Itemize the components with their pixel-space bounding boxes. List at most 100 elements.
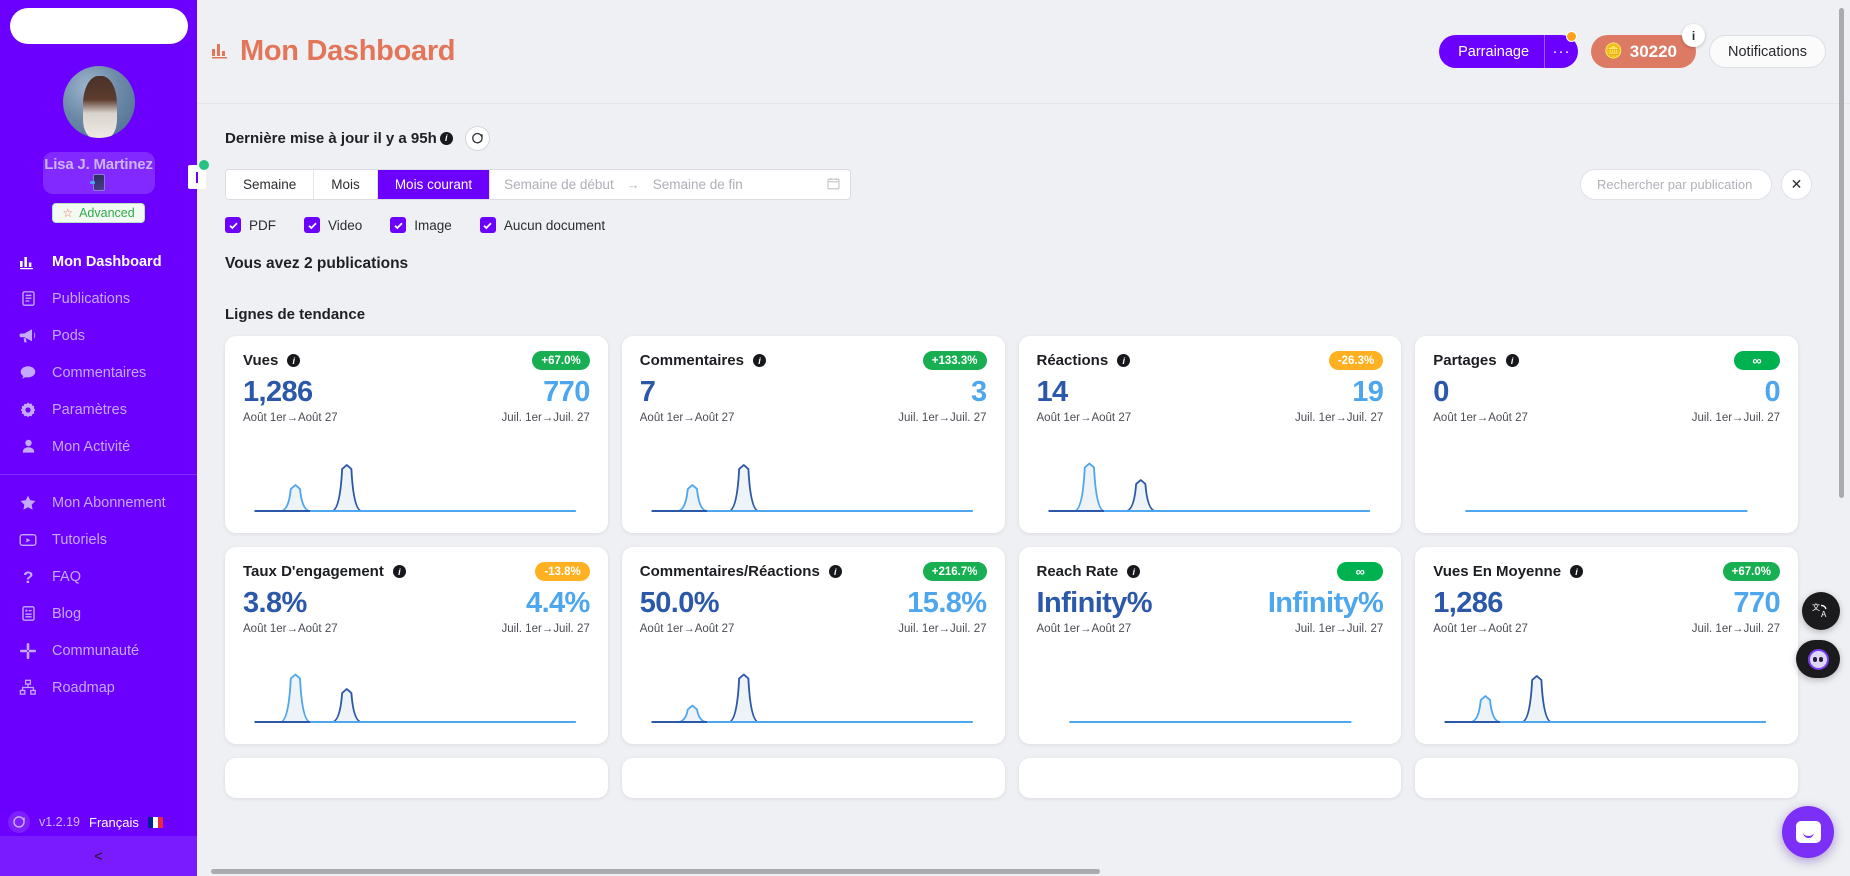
current-value: 3.8% bbox=[243, 587, 307, 619]
tab-mois[interactable]: Mois bbox=[314, 170, 378, 199]
avatar[interactable] bbox=[62, 66, 135, 138]
info-icon[interactable]: i bbox=[392, 565, 406, 578]
vertical-scrollbar[interactable] bbox=[1839, 8, 1844, 866]
search-input[interactable] bbox=[1580, 169, 1772, 200]
checkbox-label: Aucun document bbox=[503, 217, 606, 233]
clear-search-button[interactable]: ✕ bbox=[1781, 169, 1812, 200]
coins-button[interactable]: 🪙 30220 i bbox=[1591, 24, 1706, 68]
page-title: Mon Dashboard bbox=[211, 35, 456, 68]
checkbox-image[interactable]: Image bbox=[390, 217, 452, 233]
info-icon[interactable]: i bbox=[1682, 24, 1706, 47]
info-icon[interactable]: i bbox=[1127, 565, 1141, 578]
sidebar-item-mon-activite[interactable]: Mon Activité bbox=[0, 428, 197, 465]
main-area: Mon Dashboard Parrainage ··· 🪙 30220 i N… bbox=[197, 0, 1850, 876]
checkbox-aucun-document[interactable]: Aucun document bbox=[479, 217, 606, 233]
card-ranges: Août 1er→Août 27 Juil. 1er→Juil. 27 bbox=[243, 412, 590, 424]
checkbox-video[interactable]: Video bbox=[304, 217, 362, 233]
sparkline-chart bbox=[1465, 510, 1748, 512]
content-scroll-area[interactable]: Dernière mise à jour il y a 95h i Semaine… bbox=[197, 104, 1850, 876]
calendar-icon[interactable] bbox=[827, 177, 840, 193]
current-value: 14 bbox=[1036, 376, 1069, 408]
card-title: Taux D'engagement i bbox=[243, 563, 406, 580]
current-range-label: Août 1er→Août 27 bbox=[1433, 623, 1528, 635]
info-icon[interactable]: i bbox=[287, 354, 301, 367]
check-icon bbox=[304, 217, 320, 233]
date-end-placeholder: Semaine de fin bbox=[652, 177, 743, 192]
sidebar-item-commentaires[interactable]: Commentaires bbox=[0, 354, 197, 391]
metric-card[interactable]: Commentaires/Réactions i +216.7% 50.0% 1… bbox=[621, 547, 1005, 744]
info-icon[interactable]: i bbox=[828, 565, 842, 578]
info-icon[interactable]: i bbox=[1505, 354, 1519, 367]
card-title-text: Réactions bbox=[1036, 352, 1109, 369]
referral-button[interactable]: Parrainage bbox=[1439, 35, 1545, 68]
card-ranges: Août 1er→Août 27 Juil. 1er→Juil. 27 bbox=[1433, 623, 1780, 635]
card-values: 7 3 bbox=[640, 376, 987, 409]
sparkline-chart bbox=[254, 673, 576, 723]
metric-card[interactable]: Partages i ∞ 0 0 Août 1er→Août 27 Juil. … bbox=[1415, 336, 1798, 533]
sparkline-chart bbox=[651, 673, 973, 723]
refresh-icon[interactable] bbox=[8, 811, 30, 833]
sidebar-item-parametres[interactable]: Paramètres bbox=[0, 391, 197, 428]
info-icon[interactable]: i bbox=[752, 354, 766, 367]
sidebar-item-communaute[interactable]: Communauté bbox=[0, 632, 197, 669]
metric-card[interactable]: Taux D'engagement i -13.8% 3.8% 4.4% Aoû… bbox=[225, 547, 608, 744]
delta-badge: +133.3% bbox=[922, 351, 987, 370]
sidebar-item-label: FAQ bbox=[52, 568, 82, 585]
sidebar-collapse-button[interactable]: < bbox=[0, 836, 197, 876]
metric-card[interactable]: Vues i +67.0% 1,286 770 Août 1er→Août 27… bbox=[225, 336, 608, 533]
sidebar-item-pods[interactable]: Pods bbox=[0, 317, 197, 354]
notifications-button[interactable]: Notifications bbox=[1709, 35, 1826, 68]
app-version: v1.2.19 bbox=[39, 815, 81, 829]
metric-card[interactable]: Vues En Moyenne i +67.0% 1,286 770 Août … bbox=[1415, 547, 1798, 744]
date-range-picker[interactable]: Semaine de début → Semaine de fin bbox=[490, 170, 850, 199]
svg-text:文: 文 bbox=[1812, 602, 1820, 612]
language-label[interactable]: Français bbox=[89, 815, 139, 830]
delta-badge: ∞ bbox=[1337, 562, 1384, 581]
bot-face-icon[interactable] bbox=[1796, 640, 1840, 678]
sidebar-item-blog[interactable]: Blog bbox=[0, 595, 197, 632]
card-ranges: Août 1er→Août 27 Juil. 1er→Juil. 27 bbox=[1037, 412, 1384, 424]
chat-bubble-icon[interactable] bbox=[1782, 806, 1834, 858]
check-icon bbox=[225, 217, 241, 233]
tab-mois-courant[interactable]: Mois courant bbox=[377, 170, 491, 199]
sidebar-item-publications[interactable]: Publications bbox=[0, 280, 197, 317]
tab-semaine[interactable]: Semaine bbox=[226, 170, 315, 199]
previous-value: 19 bbox=[1352, 376, 1384, 408]
sidebar-item-mon-dashboard[interactable]: Mon Dashboard bbox=[0, 243, 197, 280]
card-title-text: Taux D'engagement bbox=[243, 563, 384, 580]
plan-badge[interactable]: ☆ Advanced bbox=[52, 203, 145, 223]
user-name-chip[interactable]: Lisa J. Martinez bbox=[42, 152, 155, 194]
period-segmented-control: Semaine Mois Mois courant Semaine de déb… bbox=[225, 169, 852, 200]
card-header: Réactions i -26.3% bbox=[1037, 351, 1384, 370]
info-icon[interactable]: i bbox=[1117, 354, 1131, 367]
star-icon: ☆ bbox=[62, 206, 74, 220]
sidebar-top-search-pill[interactable] bbox=[9, 8, 188, 44]
card-ranges: Août 1er→Août 27 Juil. 1er→Juil. 27 bbox=[640, 412, 987, 424]
refresh-button[interactable] bbox=[464, 126, 490, 151]
previous-range-label: Juil. 1er→Juil. 27 bbox=[898, 412, 987, 424]
card-header: Reach Rate i ∞ bbox=[1037, 562, 1384, 581]
sidebar-item-roadmap[interactable]: Roadmap bbox=[0, 669, 197, 706]
card-header: Partages i ∞ bbox=[1433, 351, 1780, 370]
sidebar-item-mon-abonnement[interactable]: Mon Abonnement bbox=[0, 484, 197, 521]
previous-range-label: Juil. 1er→Juil. 27 bbox=[898, 623, 987, 635]
sidebar-item-tutoriels[interactable]: Tutoriels bbox=[0, 521, 197, 558]
metric-card[interactable]: Reach Rate i ∞ Infinity% Infinity% Août … bbox=[1018, 547, 1402, 744]
info-icon[interactable]: i bbox=[1570, 565, 1584, 578]
card-header: Taux D'engagement i -13.8% bbox=[243, 562, 590, 581]
sidebar-item-faq[interactable]: ? FAQ bbox=[0, 558, 197, 595]
card-placeholder bbox=[225, 758, 608, 798]
last-update-row: Dernière mise à jour il y a 95h i bbox=[211, 126, 1812, 151]
metric-card[interactable]: Réactions i -26.3% 14 19 Août 1er→Août 2… bbox=[1018, 336, 1402, 533]
sidebar-item-label: Paramètres bbox=[52, 401, 127, 418]
info-icon[interactable]: i bbox=[439, 131, 453, 145]
delta-badge: -26.3% bbox=[1328, 351, 1384, 370]
card-title: Commentaires i bbox=[640, 352, 766, 369]
previous-value: 3 bbox=[970, 376, 987, 408]
checkbox-pdf[interactable]: PDF bbox=[225, 217, 276, 233]
horizontal-scrollbar[interactable] bbox=[211, 869, 1798, 874]
metric-card[interactable]: Commentaires i +133.3% 7 3 Août 1er→Août… bbox=[621, 336, 1005, 533]
translate-icon[interactable]: 文 A bbox=[1802, 592, 1840, 630]
search-group: ✕ bbox=[1580, 169, 1812, 200]
previous-range-label: Juil. 1er→Juil. 27 bbox=[501, 412, 590, 424]
